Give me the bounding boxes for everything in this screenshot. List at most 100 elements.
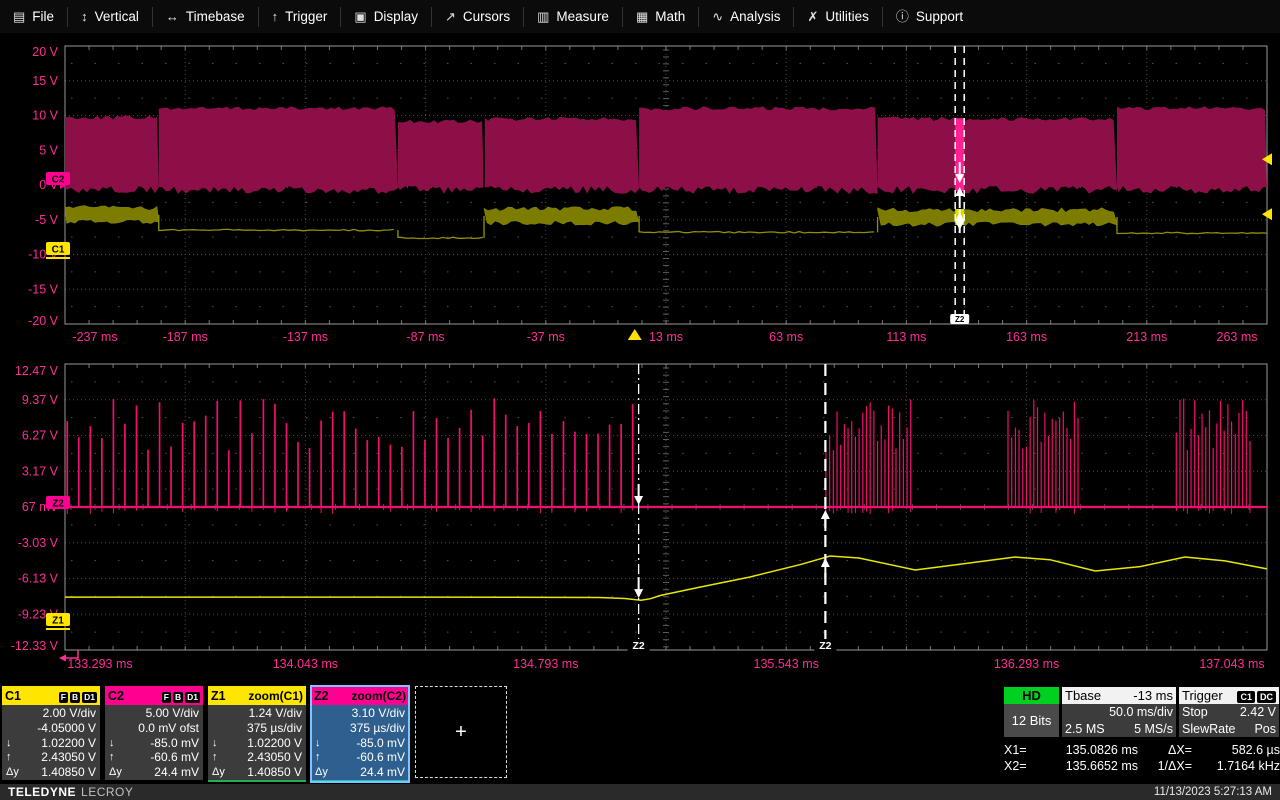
row-value: 1.24 V/div (234, 706, 302, 721)
badge-d1: D1 (82, 692, 97, 703)
descriptor-row-value: ↓1.02200 V (6, 736, 96, 751)
timebase-scale: 50.0 ms/div (1065, 704, 1173, 721)
row-symbol (109, 706, 131, 721)
descriptor-header: Z1zoom(C1) (208, 686, 306, 705)
descriptor-row-value: 3.10 V/div (315, 706, 405, 721)
timebase-icon: ↔ (166, 10, 179, 23)
svg-text:-6.13 V: -6.13 V (18, 572, 59, 586)
menu-item-vertical[interactable]: ↕Vertical (68, 7, 153, 27)
row-symbol: Δy (212, 765, 234, 780)
descriptor-row-value: ↓-85.0 mV (109, 736, 199, 751)
c2-trace (65, 106, 1267, 194)
menu-item-support[interactable]: ⓘSupport (883, 7, 976, 27)
svg-text:-20 V: -20 V (28, 314, 59, 328)
inv-dx-value: 1.7164 kHz (1192, 758, 1280, 774)
trigger-mode: Stop (1182, 704, 1208, 721)
x2-label: X2= (1004, 758, 1038, 774)
hd-mode-box[interactable]: HD 12 Bits (1004, 687, 1059, 737)
badge-d1: D1 (185, 692, 200, 703)
descriptor-body: 1.24 V/div375 µs/div↓1.02200 V↑2.43050 V… (208, 705, 306, 780)
svg-text:-137 ms: -137 ms (283, 330, 328, 344)
hd-bits-value: 12 Bits (1004, 704, 1059, 737)
menu-item-file[interactable]: ▤File (0, 7, 68, 27)
row-value: 1.02200 V (234, 736, 302, 751)
timebase-box[interactable]: Tbase -13 ms 50.0 ms/div 2.5 MS 5 MS/s (1062, 687, 1176, 737)
channel-descriptor-z2[interactable]: Z2zoom(C2)3.10 V/div375 µs/div↓-85.0 mV↑… (311, 686, 409, 782)
row-value: 5.00 V/div (131, 706, 199, 721)
svg-text:Z2: Z2 (632, 640, 644, 652)
row-value: 3.10 V/div (337, 706, 405, 721)
math-icon: ▦ (636, 10, 648, 23)
row-symbol: ↓ (6, 736, 28, 751)
cursors-icon: ↗ (445, 10, 456, 23)
descriptor-row-value: Δy1.40850 V (6, 765, 96, 780)
main-grid-axis-labels: -237 ms-187 ms-137 ms-87 ms-37 ms13 ms63… (28, 45, 1257, 344)
row-value: 24.4 mV (337, 765, 405, 780)
plus-icon: + (455, 721, 467, 744)
svg-text:136.293 ms: 136.293 ms (994, 657, 1059, 671)
descriptor-row-value: 5.00 V/div (109, 706, 199, 721)
waveform-display: Z2-237 ms-187 ms-137 ms-87 ms-37 ms13 ms… (0, 0, 1280, 684)
svg-text:6.27 V: 6.27 V (22, 429, 59, 443)
measure-icon: ▥ (537, 10, 549, 23)
cursor-arrow (634, 577, 643, 598)
svg-text:63 ms: 63 ms (769, 330, 803, 344)
row-value: -85.0 mV (131, 736, 199, 751)
menu-item-display[interactable]: ▣Display (341, 7, 432, 27)
descriptor-body: 3.10 V/div375 µs/div↓-85.0 mV↑-60.6 mVΔy… (311, 705, 409, 780)
svg-text:-237 ms: -237 ms (72, 330, 117, 344)
channel-chip-z2[interactable]: Z2 (46, 496, 70, 510)
row-value: -4.05000 V (28, 721, 96, 736)
timebase-samples: 2.5 MS (1065, 721, 1105, 737)
descriptor-body: 2.00 V/div-4.05000 V↓1.02200 V↑2.43050 V… (2, 705, 100, 780)
descriptor-row-value: ↓-85.0 mV (315, 736, 405, 751)
channel-chip-c1[interactable]: C1 (46, 242, 70, 256)
menu-item-trigger[interactable]: ↑Trigger (259, 7, 342, 27)
channel-descriptor-z1[interactable]: Z1zoom(C1)1.24 V/div375 µs/div↓1.02200 V… (208, 686, 306, 782)
svg-text:-87 ms: -87 ms (406, 330, 444, 344)
cursor-readout: X1= 135.0826 ms ΔX= 582.6 µs X2= 135.665… (1004, 742, 1280, 774)
menu-item-label: Measure (556, 9, 609, 24)
channel-chip-c2[interactable]: C2 (46, 172, 70, 186)
svg-text:135.543 ms: 135.543 ms (754, 657, 819, 671)
menu-item-cursors[interactable]: ↗Cursors (432, 7, 524, 27)
svg-text:Z1: Z1 (52, 616, 64, 627)
svg-text:13 ms: 13 ms (649, 330, 683, 344)
channel-descriptor-c1[interactable]: C1FBD12.00 V/div-4.05000 V↓1.02200 V↑2.4… (2, 686, 100, 782)
menu-item-analysis[interactable]: ∿Analysis (699, 7, 794, 27)
row-symbol: ↑ (109, 750, 131, 765)
descriptor-row-value: ↑-60.6 mV (109, 750, 199, 765)
trigger-time-marker[interactable] (628, 329, 642, 340)
menu-item-timebase[interactable]: ↔Timebase (153, 7, 259, 27)
inv-dx-label: 1/ΔX= (1138, 758, 1192, 774)
row-symbol (6, 706, 28, 721)
trigger-box[interactable]: Trigger C1DC Stop 2.42 V SlewRate Pos (1179, 687, 1279, 737)
channel-chip-z1[interactable]: Z1 (46, 613, 70, 627)
row-symbol (315, 706, 337, 721)
x2-value: 135.6652 ms (1038, 758, 1138, 774)
row-symbol: ↑ (6, 750, 28, 765)
descriptor-row: C1FBD12.00 V/div-4.05000 V↓1.02200 V↑2.4… (2, 686, 507, 782)
badge-b: B (70, 692, 80, 703)
svg-text:9.37 V: 9.37 V (22, 393, 59, 407)
menu-item-math[interactable]: ▦Math (623, 7, 699, 27)
svg-text:20 V: 20 V (32, 45, 58, 59)
add-trace-box[interactable]: + (415, 686, 507, 778)
svg-text:134.793 ms: 134.793 ms (513, 657, 578, 671)
status-bar: TELEDYNELECROY 11/13/2023 5:27:13 AM (0, 784, 1280, 800)
row-value: 2.43050 V (28, 750, 96, 765)
hd-mode-title: HD (1004, 687, 1059, 704)
svg-text:137.043 ms: 137.043 ms (1199, 657, 1264, 671)
channel-name: Z2 (314, 689, 329, 703)
descriptor-row-value: Δy24.4 mV (315, 765, 405, 780)
descriptor-body: 5.00 V/div0.0 mV ofst↓-85.0 mV↑-60.6 mVΔ… (105, 705, 203, 780)
row-symbol (212, 721, 234, 736)
menu-item-label: Utilities (825, 9, 869, 24)
menu-bar: ▤File↕Vertical↔Timebase↑Trigger▣Display↗… (0, 0, 1280, 33)
utilities-icon: ✗ (807, 10, 818, 23)
channel-descriptor-c2[interactable]: C2FBD15.00 V/div0.0 mV ofst↓-85.0 mV↑-60… (105, 686, 203, 782)
display-icon: ▣ (354, 10, 366, 23)
menu-item-utilities[interactable]: ✗ Utilities (794, 7, 882, 27)
menu-item-measure[interactable]: ▥ Measure (524, 7, 623, 27)
svg-text:3.17 V: 3.17 V (22, 464, 59, 478)
